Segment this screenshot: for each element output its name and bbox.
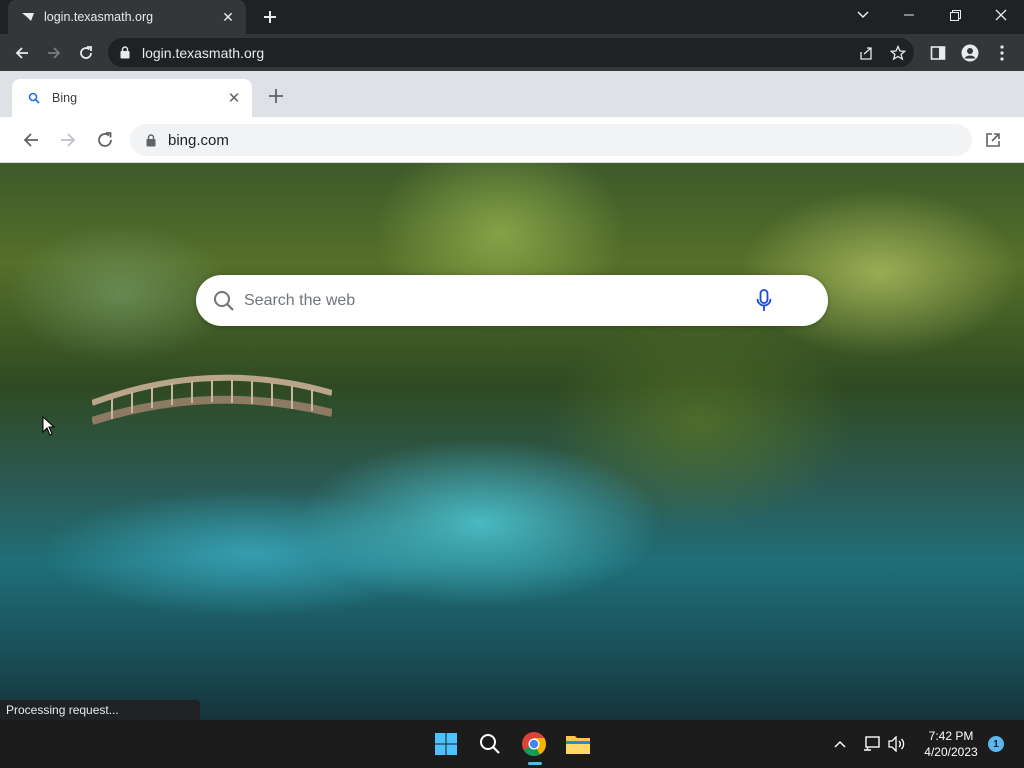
show-hidden-icons-chevron-up-icon[interactable] [832,734,848,754]
clock-time: 7:42 PM [928,729,974,743]
microphone-icon[interactable] [752,288,776,313]
outer-tab-close-icon[interactable]: ✕ [220,9,236,26]
lock-icon [144,133,158,147]
volume-icon[interactable] [886,734,908,754]
inner-forward-button[interactable] [53,125,83,155]
outer-tab-strip: login.texasmath.org ✕ [0,0,1024,34]
profile-avatar-icon[interactable] [956,39,984,67]
open-in-new-window-icon[interactable] [978,125,1008,155]
outer-forward-button[interactable] [40,39,68,67]
outer-toolbar: login.texasmath.org [0,34,1024,71]
inner-address-bar[interactable]: bing.com [130,124,972,156]
bridge-image [92,374,332,425]
inner-toolbar: bing.com [0,117,1024,163]
texasmath-favicon-icon [20,9,36,25]
windows-taskbar: 7:42 PM 4/20/2023 [0,720,1024,768]
inner-tab-close-icon[interactable]: ✕ [226,89,242,107]
outer-tab-title: login.texasmath.org [44,10,154,24]
inner-back-button[interactable] [16,125,46,155]
close-window-button[interactable] [978,0,1024,30]
lock-icon [118,46,132,60]
search-input[interactable]: Search the web [244,292,752,310]
inner-reload-button[interactable] [90,125,120,155]
status-text: Processing request... [0,700,200,720]
inner-new-tab-button[interactable] [264,84,288,108]
restore-button[interactable] [932,0,978,30]
file-explorer-icon[interactable] [562,728,594,760]
inner-tab-strip: Bing ✕ [0,71,1024,117]
share-icon[interactable] [852,39,880,67]
chrome-app-icon[interactable] [518,728,550,760]
more-menu-icon[interactable] [988,39,1016,67]
taskbar-clock[interactable]: 7:42 PM 4/20/2023 [914,728,988,760]
clock-date: 4/20/2023 [924,745,978,759]
search-favicon-icon [26,90,42,106]
inner-tab-title: Bing [52,91,78,105]
notification-badge[interactable]: 1 [988,736,1004,752]
outer-new-tab-button[interactable] [258,5,282,29]
outer-url-text: login.texasmath.org [142,44,265,61]
windows-start-icon[interactable] [430,728,462,760]
inner-tab-bing[interactable]: Bing ✕ [12,79,252,117]
inner-url-text: bing.com [168,131,229,149]
search-icon [212,289,236,313]
outer-reload-button[interactable] [72,39,100,67]
minimize-button[interactable] [886,0,932,30]
bookmark-star-icon[interactable] [884,39,912,67]
bing-search-box[interactable]: Search the web [196,275,828,326]
tab-search-chevron-down-icon[interactable] [840,0,886,30]
active-app-indicator [528,762,542,765]
outer-tab[interactable]: login.texasmath.org ✕ [8,0,246,34]
mouse-cursor-icon [42,416,56,436]
network-icon[interactable] [862,734,882,754]
side-panel-icon[interactable] [924,39,952,67]
outer-address-bar[interactable]: login.texasmath.org [108,38,914,67]
outer-back-button[interactable] [8,39,36,67]
taskbar-search-icon[interactable] [474,728,506,760]
bing-homepage-background: Search the web [0,163,1024,720]
